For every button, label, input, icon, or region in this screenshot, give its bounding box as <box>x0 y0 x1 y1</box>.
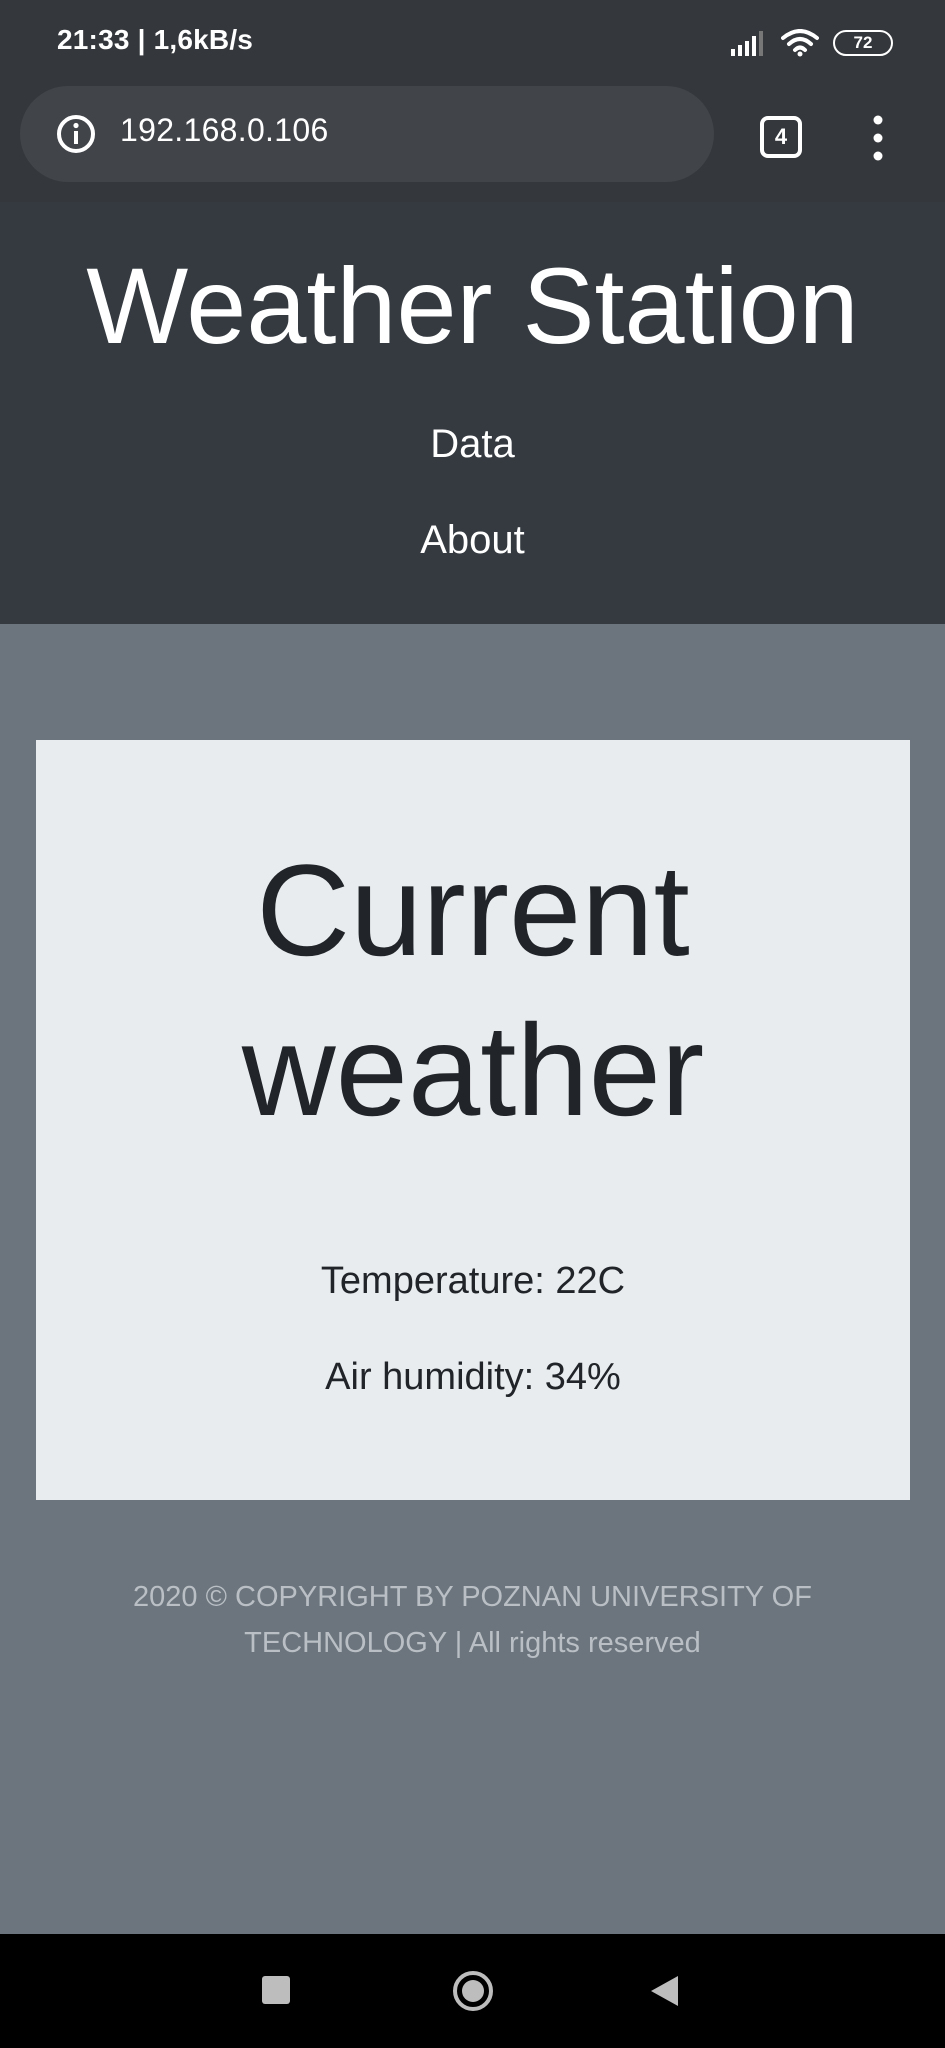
browser-toolbar: 192.168.0.106 4 <box>0 84 945 202</box>
status-bar: 21:33 | 1,6kB/s 72 <box>0 0 945 84</box>
home-icon[interactable] <box>451 1969 495 2013</box>
tabs-icon[interactable]: 4 <box>760 116 802 158</box>
status-icons: 72 <box>731 24 893 62</box>
back-icon[interactable] <box>648 1974 680 2008</box>
system-nav-bar <box>0 1934 945 2048</box>
wifi-icon <box>781 29 819 57</box>
info-icon[interactable] <box>56 114 96 154</box>
url-text[interactable]: 192.168.0.106 <box>120 112 329 149</box>
site-header: Weather Station Data About <box>0 202 945 624</box>
status-time-speed: 21:33 | 1,6kB/s <box>57 24 254 55</box>
footer-copyright: 2020 © COPYRIGHT BY POZNAN UNIVERSITY OF… <box>100 1574 845 1666</box>
site-title: Weather Station <box>86 245 859 366</box>
card-title: Current weather <box>241 837 705 1143</box>
battery-level: 72 <box>853 33 873 52</box>
footer-line-2: TECHNOLOGY | All rights reserved <box>244 1627 701 1659</box>
temperature-reading: Temperature: 22C <box>320 1260 626 1302</box>
battery-icon: 72 <box>833 30 893 56</box>
nav-link-about[interactable]: About <box>0 516 945 564</box>
tab-count: 4 <box>774 124 788 149</box>
nav-link-data[interactable]: Data <box>0 420 945 468</box>
footer-line-1: 2020 © COPYRIGHT BY POZNAN UNIVERSITY OF <box>133 1581 812 1613</box>
recents-icon[interactable] <box>262 1976 290 2004</box>
weather-card: Current weather Temperature: 22C Air hum… <box>36 740 910 1500</box>
humidity-reading: Air humidity: 34% <box>325 1356 621 1398</box>
signal-icon <box>731 31 763 56</box>
menu-icon[interactable] <box>862 110 894 166</box>
main-content: Current weather Temperature: 22C Air hum… <box>0 624 945 1934</box>
address-bar[interactable]: 192.168.0.106 <box>20 86 714 182</box>
